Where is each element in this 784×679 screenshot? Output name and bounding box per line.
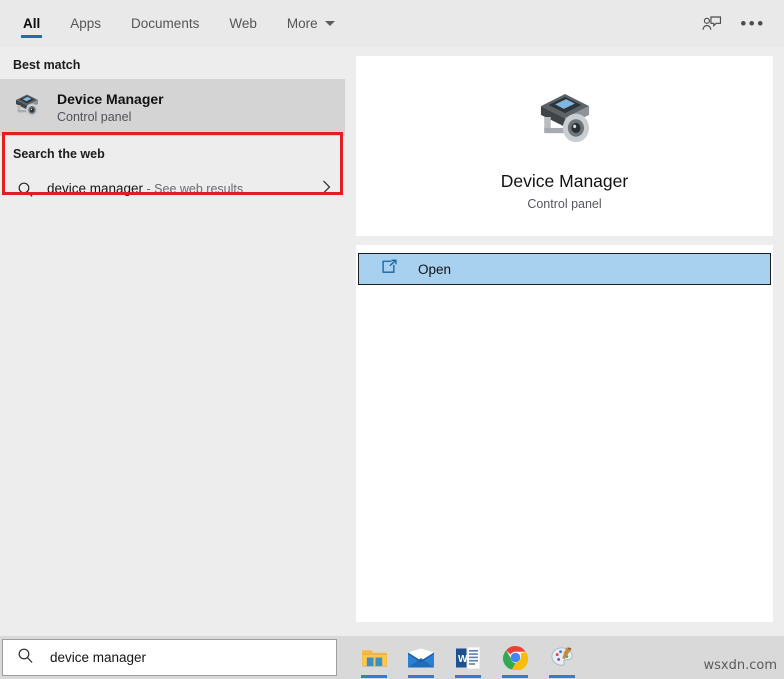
best-match-result-device-manager[interactable]: Device Manager Control panel xyxy=(0,79,345,136)
tab-list: All Apps Documents Web More xyxy=(0,0,350,47)
windows-search-screen: All Apps Documents Web More ••• Best mat… xyxy=(0,0,784,679)
site-watermark: wsxdn.com xyxy=(703,658,778,673)
feedback-person-icon[interactable] xyxy=(696,9,726,39)
preview-card: Device Manager Control panel xyxy=(356,56,773,236)
search-icon xyxy=(17,647,34,669)
taskbar-item-chrome[interactable] xyxy=(500,636,530,679)
taskbar-item-paint[interactable] xyxy=(547,636,577,679)
search-icon xyxy=(13,181,37,198)
preview-actions-card: Open xyxy=(356,245,773,622)
tabbar-actions: ••• xyxy=(696,0,784,47)
open-external-icon xyxy=(381,259,398,280)
tab-apps[interactable]: Apps xyxy=(55,0,116,47)
taskbar: device manager W wsxdn.com xyxy=(0,636,784,679)
tab-apps-label: Apps xyxy=(70,16,102,31)
search-results-panel: Best match Device Manager Control panel … xyxy=(0,47,345,636)
preview-app-name: Device Manager xyxy=(500,170,629,191)
taskbar-item-mail[interactable] xyxy=(406,636,436,679)
best-match-text: Device Manager Control panel xyxy=(57,90,164,126)
search-input[interactable]: device manager xyxy=(2,639,337,676)
taskbar-item-file-explorer[interactable] xyxy=(359,636,389,679)
best-match-subtitle: Control panel xyxy=(57,109,132,124)
ellipsis-icon[interactable]: ••• xyxy=(738,9,768,39)
tab-web-label: Web xyxy=(229,16,257,31)
open-button-label: Open xyxy=(418,261,452,277)
open-button[interactable]: Open xyxy=(358,253,771,285)
best-match-title: Device Manager xyxy=(57,90,164,107)
search-the-web-heading: Search the web xyxy=(13,147,105,161)
chevron-down-icon xyxy=(324,21,335,26)
tab-documents[interactable]: Documents xyxy=(116,0,214,47)
web-result-item[interactable]: device manager - See web results xyxy=(0,168,345,210)
tab-all[interactable]: All xyxy=(8,0,55,47)
device-manager-icon xyxy=(11,89,43,126)
web-result-query: device manager xyxy=(47,181,144,196)
preview-panel: Device Manager Control panel Open xyxy=(345,47,784,636)
tab-web[interactable]: Web xyxy=(214,0,272,47)
tab-more-label: More xyxy=(286,16,318,31)
device-manager-icon xyxy=(528,82,602,157)
search-filter-tabbar: All Apps Documents Web More ••• xyxy=(0,0,784,47)
taskbar-item-word[interactable]: W xyxy=(453,636,483,679)
tab-more[interactable]: More xyxy=(272,0,350,47)
tab-all-label: All xyxy=(23,16,41,31)
svg-text:W: W xyxy=(458,654,468,665)
preview-app-subtitle: Control panel xyxy=(527,196,602,211)
best-match-heading: Best match xyxy=(13,58,81,72)
search-input-value: device manager xyxy=(50,650,147,665)
web-result-label: device manager - See web results xyxy=(47,180,321,198)
chevron-right-icon xyxy=(321,179,332,199)
web-result-hint: - See web results xyxy=(143,182,244,196)
tab-documents-label: Documents xyxy=(131,16,200,31)
